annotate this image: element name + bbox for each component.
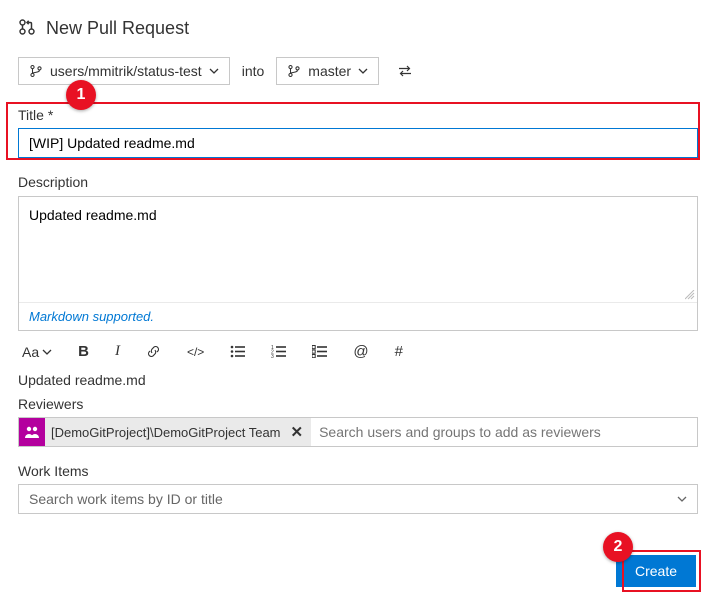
markdown-toolbar: Aa B I </> 123 @ # [18,343,698,360]
description-preview: Updated readme.md [18,372,698,388]
chevron-down-icon [209,66,219,76]
chevron-down-icon [42,347,52,357]
chevron-down-icon [677,494,687,504]
reviewer-chip: [DemoGitProject]\DemoGitProject Team ✕ [19,418,311,446]
workitems-label: Work Items [18,463,698,479]
branch-icon [287,64,301,78]
bullet-list-button[interactable] [230,345,245,358]
source-branch-label: users/mmitrik/status-test [50,63,202,79]
target-branch-label: master [308,63,351,79]
numbered-list-button[interactable]: 123 [271,345,286,358]
team-avatar-icon [19,418,45,446]
pr-icon [18,18,36,39]
checklist-button[interactable] [312,345,327,358]
checklist-icon [312,345,327,358]
swap-branches-button[interactable] [397,64,413,78]
link-icon [146,344,161,359]
bold-button[interactable]: B [78,343,89,360]
target-branch-dropdown[interactable]: master [276,57,379,85]
create-button[interactable]: Create [616,555,696,587]
hashtag-button[interactable]: # [395,343,403,360]
mention-button[interactable]: @ [353,343,368,360]
link-button[interactable] [146,344,161,359]
workitems-dropdown[interactable]: Search work items by ID or title [18,484,698,514]
reviewers-label: Reviewers [18,396,698,412]
svg-text:3: 3 [271,354,274,358]
title-label: Title * [18,107,698,123]
markdown-supported-link[interactable]: Markdown supported. [19,302,697,330]
title-input[interactable] [18,128,698,158]
resize-grip[interactable] [19,292,697,302]
workitems-placeholder: Search work items by ID or title [29,491,223,507]
italic-button[interactable]: I [115,343,120,360]
into-label: into [242,63,265,79]
page-title: New Pull Request [46,18,189,39]
swap-icon [397,65,413,77]
branch-icon [29,64,43,78]
description-label: Description [18,174,698,190]
reviewers-box[interactable]: [DemoGitProject]\DemoGitProject Team ✕ [18,417,698,447]
numbered-list-icon: 123 [271,345,286,358]
source-branch-dropdown[interactable]: users/mmitrik/status-test [18,57,230,85]
reviewer-chip-name: [DemoGitProject]\DemoGitProject Team [45,425,287,440]
bullet-list-icon [230,345,245,358]
reviewers-input[interactable] [311,418,697,446]
code-button[interactable]: </> [187,345,204,359]
remove-reviewer-button[interactable]: ✕ [287,423,312,441]
font-size-button[interactable]: Aa [22,344,52,360]
description-textarea[interactable] [19,197,697,292]
chevron-down-icon [358,66,368,76]
